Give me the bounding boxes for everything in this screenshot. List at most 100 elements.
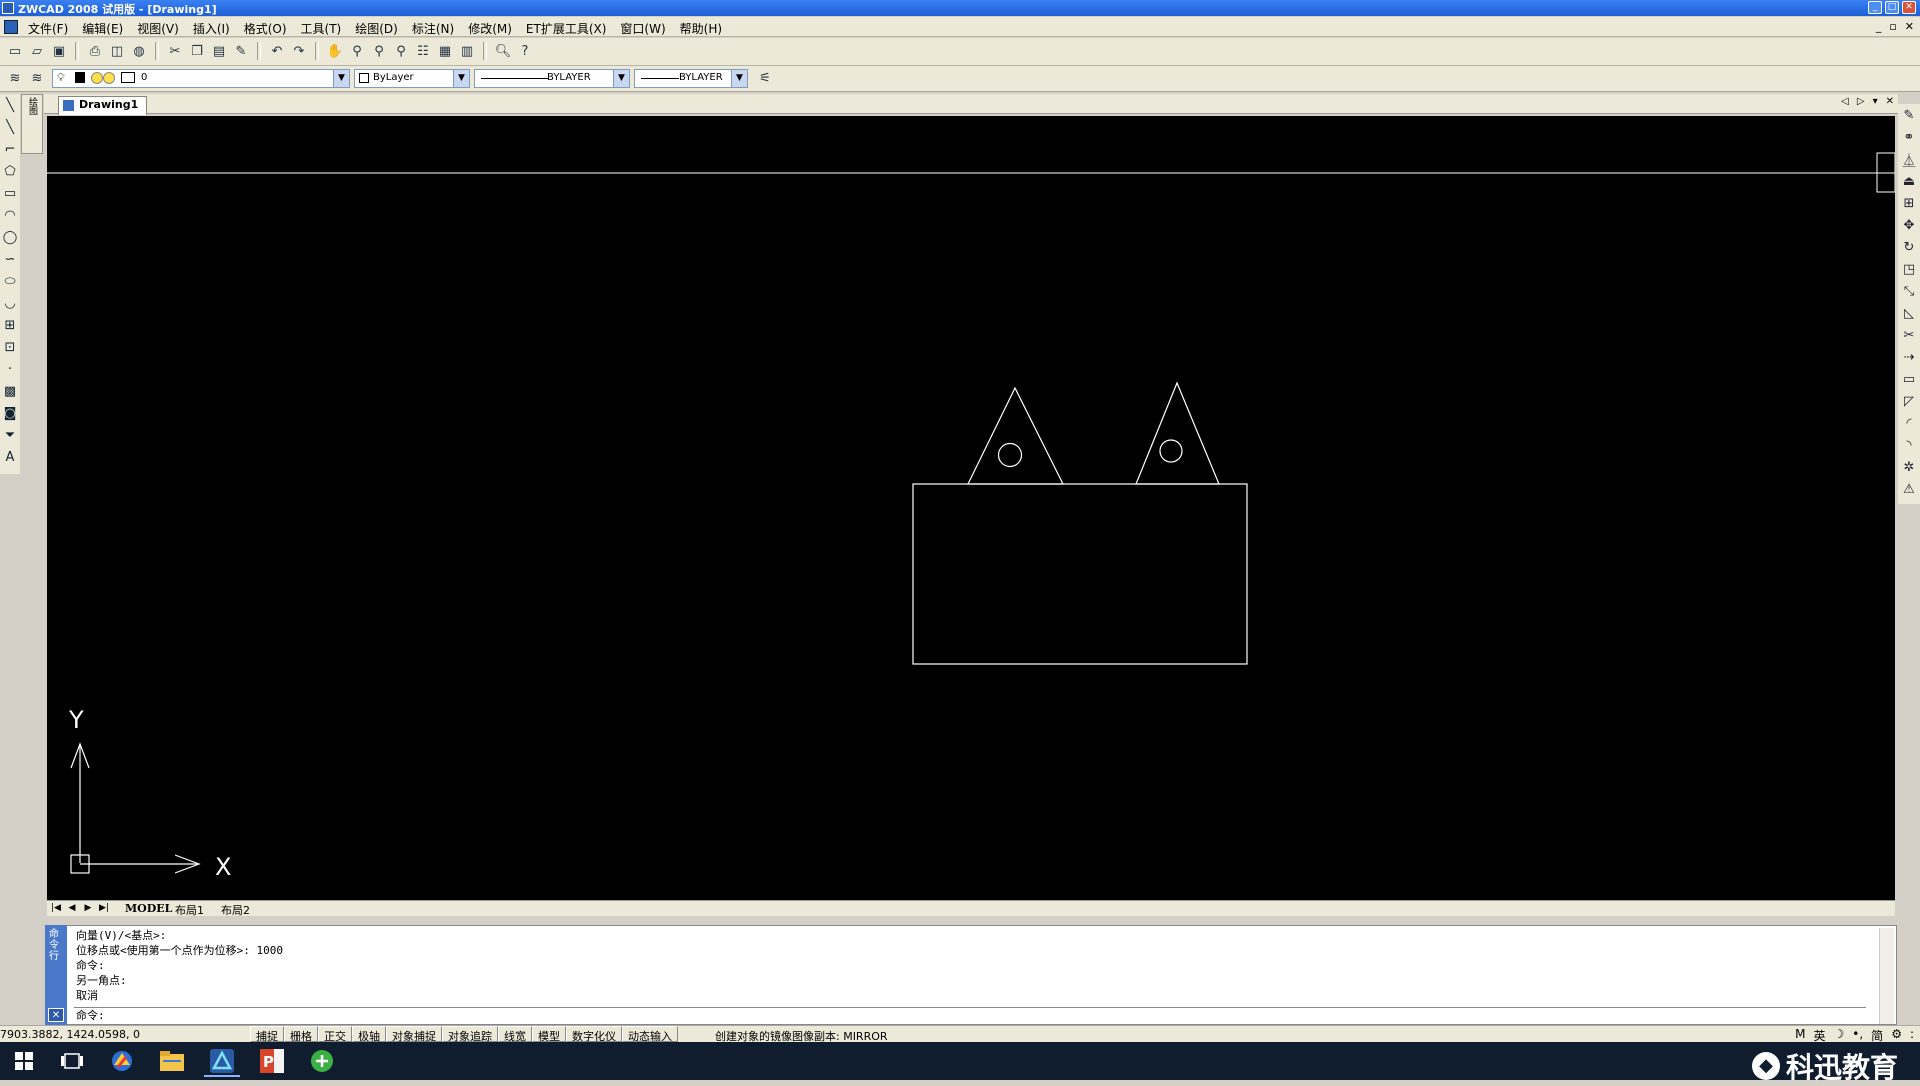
print-icon[interactable]: ⎙	[86, 42, 104, 60]
zoom-realtime-icon[interactable]: ⚲	[348, 42, 366, 60]
tab-prev-button[interactable]: ◁	[1841, 96, 1849, 107]
document-icon[interactable]	[4, 20, 18, 34]
doc-restore-button[interactable]: ▫	[1889, 20, 1896, 33]
help-icon[interactable]: ?	[516, 42, 534, 60]
tab-next-button[interactable]: ▷	[1857, 96, 1865, 107]
grid-toggle[interactable]: 栅格	[284, 1026, 318, 1043]
copy-icon[interactable]: ❐	[188, 42, 206, 60]
circle-left[interactable]	[997, 442, 1023, 468]
tablet-toggle[interactable]: 数字化仪	[566, 1026, 622, 1043]
menu-edit[interactable]: 编辑(E)	[82, 20, 131, 37]
circle-icon[interactable]: ◯	[0, 226, 20, 248]
undo-icon[interactable]: ↶	[268, 42, 286, 60]
table-icon[interactable]: ⏷	[0, 424, 20, 446]
menu-insert[interactable]: 插入(I)	[193, 20, 238, 37]
layer-manager-icon[interactable]: ≋	[6, 69, 24, 87]
search-icon[interactable]: 🔍︎	[494, 42, 512, 60]
prev-tab-button[interactable]: ◀	[65, 902, 79, 915]
erase-icon[interactable]: ✎	[1898, 104, 1920, 126]
zwcad-taskbar-icon[interactable]	[200, 1045, 244, 1077]
array-icon[interactable]: ⊞	[1898, 192, 1920, 214]
drawing-canvas[interactable]: Y X	[47, 116, 1895, 900]
save-icon[interactable]: ▣	[50, 42, 68, 60]
hatch-icon[interactable]: ▩	[0, 380, 20, 402]
match-properties-icon[interactable]: ✎	[232, 42, 250, 60]
tab-drawing1[interactable]: Drawing1	[58, 96, 148, 115]
menu-view[interactable]: 视图(V)	[137, 20, 187, 37]
zoom-window-icon[interactable]: ⚲	[370, 42, 388, 60]
chevron-down-icon[interactable]: ▼	[731, 70, 747, 87]
chevron-down-icon[interactable]: ▼	[453, 70, 469, 87]
file-explorer-icon[interactable]	[150, 1045, 194, 1077]
stretch-icon[interactable]: ⤡	[1898, 280, 1920, 302]
plot-style-icon[interactable]: ⚟	[756, 69, 774, 87]
tab-layout1[interactable]: 布局1	[175, 902, 204, 918]
triangle-right[interactable]	[1135, 381, 1220, 485]
chamfer-icon[interactable]: ◸	[1898, 390, 1920, 412]
doc-minimize-button[interactable]: _	[1876, 20, 1882, 33]
polar-toggle[interactable]: 极轴	[352, 1026, 386, 1043]
spline-icon[interactable]: ∽	[0, 248, 20, 270]
pan-icon[interactable]: ✋	[326, 42, 344, 60]
menu-dimension[interactable]: 标注(N)	[412, 20, 462, 37]
make-block-icon[interactable]: ⊡	[0, 336, 20, 358]
fillet-round-icon[interactable]: ◝	[1898, 434, 1920, 456]
menu-file[interactable]: 文件(F)	[28, 20, 76, 37]
task-view-icon[interactable]	[50, 1045, 94, 1077]
text-icon[interactable]: A	[0, 446, 20, 468]
layer-states-icon[interactable]: ≋	[28, 69, 46, 87]
arc-icon[interactable]: ◠	[0, 204, 20, 226]
browser-icon[interactable]	[100, 1045, 144, 1077]
circle-right[interactable]	[1159, 439, 1183, 463]
first-tab-button[interactable]: |◀	[49, 902, 63, 915]
cut-icon[interactable]: ✂	[166, 42, 184, 60]
ray-icon[interactable]: ╲	[0, 116, 20, 138]
mirror-icon[interactable]: ⏅	[1898, 148, 1920, 170]
close-button[interactable]: ✕	[1902, 1, 1916, 14]
offset-icon[interactable]: ⏏	[1898, 170, 1920, 192]
model-toggle[interactable]: 模型	[532, 1026, 566, 1043]
ellipse-icon[interactable]: ⬭	[0, 270, 20, 292]
doc-close-button[interactable]: ✕	[1905, 20, 1914, 33]
point-icon[interactable]: ·	[0, 358, 20, 380]
tab-list-button[interactable]: ▾	[1873, 96, 1878, 107]
region-icon[interactable]: ◙	[0, 402, 20, 424]
snap-toggle[interactable]: 捕捉	[250, 1026, 284, 1043]
chevron-down-icon[interactable]: ▼	[613, 70, 629, 87]
command-scrollbar[interactable]	[1879, 928, 1894, 1024]
linetype-dropdown[interactable]: BYLAYER ▼	[474, 69, 630, 88]
extend-icon[interactable]: ⇢	[1898, 346, 1920, 368]
menu-window[interactable]: 窗口(W)	[620, 20, 673, 37]
polyline-icon[interactable]: ⌐	[0, 138, 20, 160]
green-app-icon[interactable]	[300, 1045, 344, 1077]
lineweight-toggle[interactable]: 线宽	[498, 1026, 532, 1043]
menu-draw[interactable]: 绘图(D)	[355, 20, 406, 37]
rectangle-icon[interactable]: ▭	[0, 182, 20, 204]
print-preview-icon[interactable]: ◫	[108, 42, 126, 60]
break-icon[interactable]: ▭	[1898, 368, 1920, 390]
line-icon[interactable]: ╲	[0, 94, 20, 116]
tool-palette-icon[interactable]: ▥	[458, 42, 476, 60]
powerpoint-icon[interactable]: P	[250, 1045, 294, 1077]
triangle-left[interactable]	[967, 386, 1064, 485]
tab-model[interactable]: MODEL	[125, 902, 172, 915]
design-center-icon[interactable]: ▦	[436, 42, 454, 60]
open-file-icon[interactable]: ▱	[28, 42, 46, 60]
lengthen-icon[interactable]: ◺	[1898, 302, 1920, 324]
scale-icon[interactable]: ◳	[1898, 258, 1920, 280]
menu-modify[interactable]: 修改(M)	[468, 20, 520, 37]
menu-tools[interactable]: 工具(T)	[301, 20, 350, 37]
command-input[interactable]: 命令:	[74, 1007, 1866, 1024]
close-icon[interactable]: ✕	[48, 1008, 64, 1022]
tab-close-button[interactable]: ✕	[1886, 96, 1894, 107]
tab-layout2[interactable]: 布局2	[221, 902, 250, 918]
windows-start-icon[interactable]	[2, 1045, 46, 1077]
insert-block-icon[interactable]: ⊞	[0, 314, 20, 336]
osnap-toggle[interactable]: 对象捕捉	[386, 1026, 442, 1043]
lineweight-dropdown[interactable]: BYLAYER ▼	[634, 69, 748, 88]
warning-icon[interactable]: ⚠	[1898, 478, 1920, 500]
rectangle-shape[interactable]	[912, 483, 1248, 665]
toolbar-grip[interactable]: 绘图	[21, 94, 43, 154]
explode-icon[interactable]: ✲	[1898, 456, 1920, 478]
copy-object-icon[interactable]: ⚭	[1898, 126, 1920, 148]
